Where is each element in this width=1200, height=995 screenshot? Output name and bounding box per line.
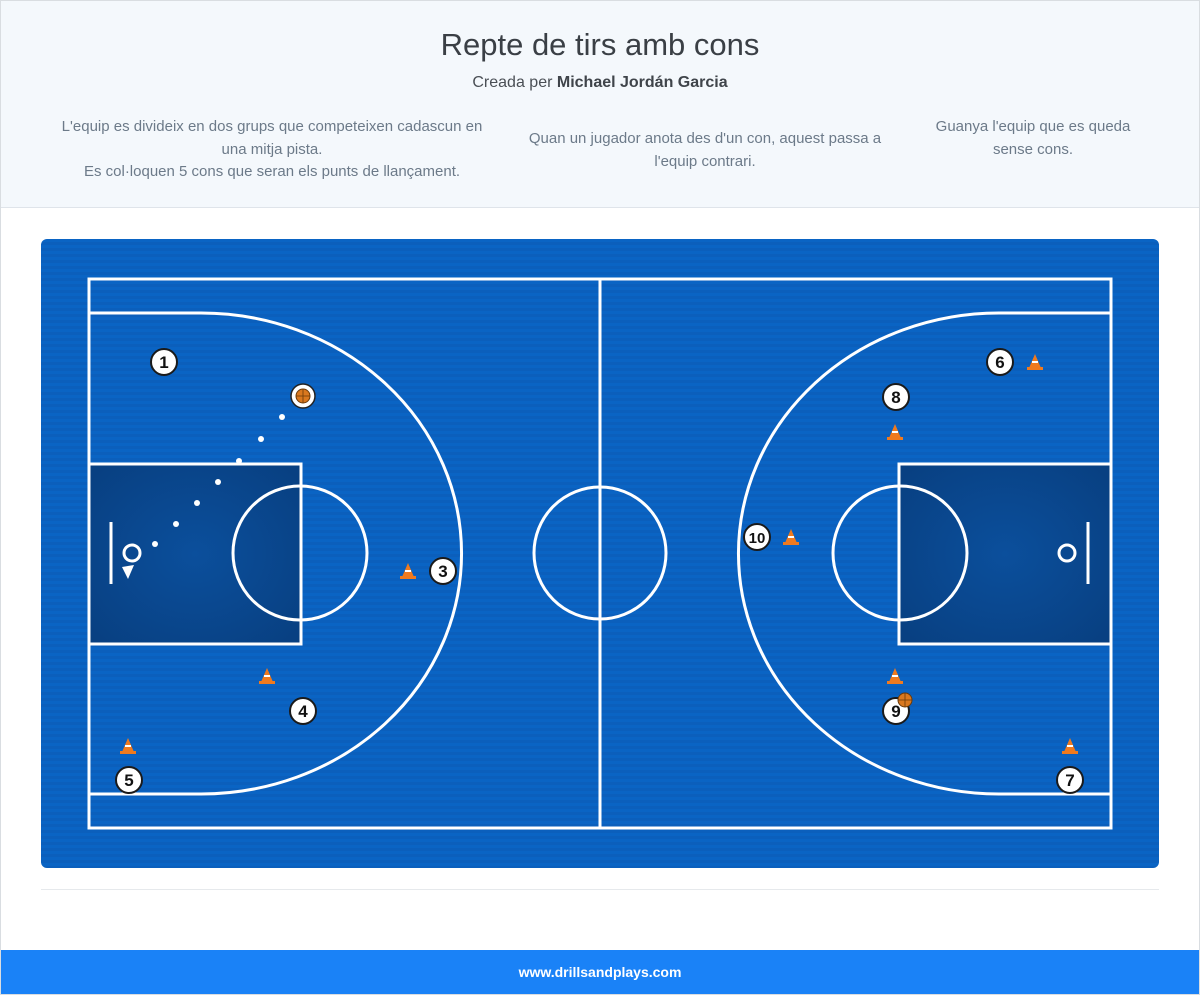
shot-path-dot	[236, 458, 242, 464]
ball-near-path	[290, 383, 316, 409]
description-line: l'equip contrari.	[654, 152, 756, 170]
shot-path-dot	[194, 500, 200, 506]
author-byline: Creada per Michael Jordán Garcia	[1, 74, 1199, 92]
cone-icon	[259, 668, 275, 684]
player-marker-6: 6	[986, 348, 1014, 376]
description-line: una mitja pista.	[221, 140, 323, 158]
player-number: 1	[159, 353, 168, 372]
shot-path-dot	[152, 541, 158, 547]
content-divider	[41, 889, 1159, 890]
description-column-3: Guanya l'equip que es queda sense cons.	[921, 116, 1145, 161]
shot-path-dot	[258, 436, 264, 442]
player-number: 5	[124, 771, 133, 790]
description-line: Guanya l'equip que es queda	[935, 118, 1131, 135]
cone-icon	[120, 738, 136, 754]
created-by-label: Creada per	[472, 74, 553, 91]
description-line: L'equip es divideix en dos grups que com…	[61, 118, 483, 135]
player-number: 6	[995, 353, 1004, 372]
player-number: 10	[749, 530, 766, 547]
player-marker-3: 3	[429, 557, 457, 585]
description-line: Es col·loquen 5 cons que seran els punts…	[83, 163, 461, 180]
site-footer: www.drillsandplays.com	[1, 950, 1199, 994]
right-paint	[899, 464, 1111, 644]
cone-icon	[1062, 738, 1078, 754]
description-column-1: L'equip es divideix en dos grups que com…	[56, 116, 488, 184]
player-marker-4: 4	[289, 697, 317, 725]
description-line: Quan un jugador anota des d'un con, aque…	[528, 130, 882, 147]
player-number: 3	[438, 562, 447, 581]
basketball-court-diagram: 1 3 4 5 6 7 8 9 10	[41, 239, 1159, 868]
ball-right-side	[897, 692, 913, 708]
player-number: 4	[298, 702, 308, 721]
left-paint	[89, 464, 301, 644]
cone-icon	[887, 668, 903, 684]
cone-icon	[1027, 354, 1043, 370]
drill-header: Repte de tirs amb cons Creada per Michae…	[1, 1, 1199, 208]
author-name: Michael Jordán Garcia	[556, 74, 728, 91]
player-number: 7	[1065, 771, 1074, 790]
cone-icon	[783, 529, 799, 545]
shot-path-dot	[173, 521, 179, 527]
player-marker-7: 7	[1056, 766, 1084, 794]
player-marker-8: 8	[882, 383, 910, 411]
cone-icon	[887, 424, 903, 440]
player-marker-10: 10	[743, 523, 771, 551]
drill-title: Repte de tirs amb cons	[440, 27, 760, 62]
shot-path-dot	[215, 479, 221, 485]
court-svg: 1345678910	[87, 277, 1113, 830]
player-number: 8	[891, 388, 900, 407]
shot-path-dot	[279, 414, 285, 420]
site-url[interactable]: www.drillsandplays.com	[519, 964, 682, 980]
description-column-2: Quan un jugador anota des d'un con, aque…	[521, 128, 889, 173]
player-marker-5: 5	[115, 766, 143, 794]
player-marker-1: 1	[150, 348, 178, 376]
description-line: sense cons.	[992, 140, 1074, 158]
cone-icon	[400, 563, 416, 579]
